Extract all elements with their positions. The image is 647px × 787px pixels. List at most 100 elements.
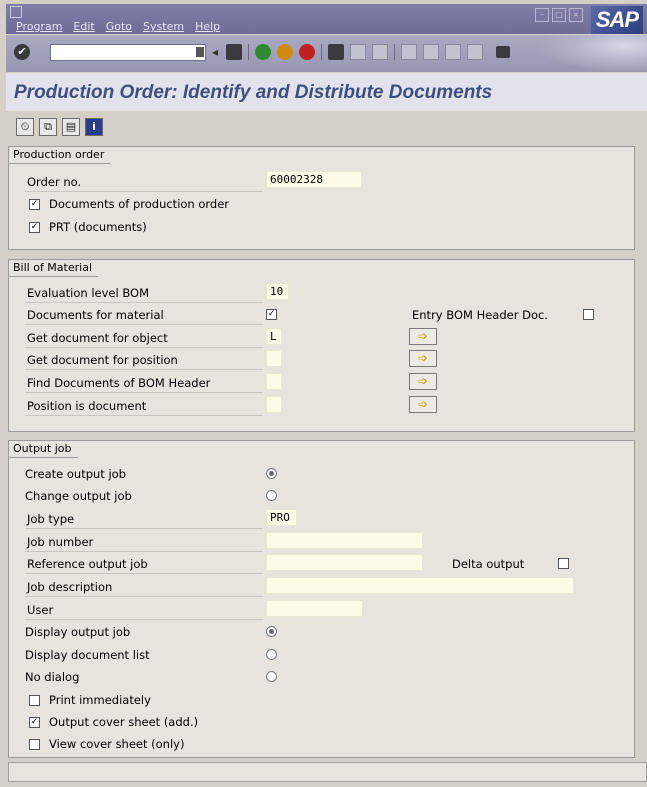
menu-bar: Program Edit Goto System Help – □ × SAP (6, 4, 647, 34)
eval-level-label: Evaluation level BOM (27, 286, 149, 300)
label-underline (25, 302, 263, 303)
display-document-list-radio[interactable] (266, 649, 277, 660)
label-underline (25, 528, 263, 529)
sap-logo: SAP (591, 6, 643, 34)
order-no-label: Order no. (27, 175, 82, 189)
label-underline (25, 619, 263, 620)
view-cover-sheet-checkbox[interactable] (29, 739, 40, 750)
toolbar-separator (248, 44, 249, 60)
output-cover-sheet-checkbox[interactable]: ✓ (29, 717, 40, 728)
maximize-icon[interactable]: □ (552, 8, 566, 22)
no-dialog-radio[interactable] (266, 671, 277, 682)
create-session-icon[interactable] (496, 46, 510, 58)
label-underline (25, 191, 263, 192)
copy-icon[interactable]: ⧉ (39, 118, 57, 136)
application-toolbar: ⏲ ⧉ ▤ i (6, 112, 647, 142)
user-field[interactable] (266, 600, 363, 617)
get-doc-object-field[interactable] (266, 328, 282, 345)
label-underline (25, 596, 263, 597)
command-field[interactable] (50, 44, 206, 61)
eval-level-field[interactable] (266, 283, 289, 300)
print-icon[interactable] (328, 44, 344, 60)
collapse-arrow-icon[interactable]: ◂ (212, 44, 220, 60)
exit-icon[interactable] (277, 44, 293, 60)
execute-icon[interactable]: ⏲ (16, 118, 34, 136)
prev-page-icon (423, 44, 439, 60)
minimize-icon[interactable]: – (535, 8, 549, 22)
label-underline (25, 415, 263, 416)
back-icon[interactable] (255, 44, 271, 60)
no-dialog-label: No dialog (25, 670, 80, 684)
user-label: User (27, 603, 54, 617)
docs-production-order-checkbox[interactable]: ✓ (29, 199, 40, 210)
change-output-job-radio[interactable] (266, 490, 277, 501)
close-icon[interactable]: × (569, 8, 583, 22)
job-description-label: Job description (27, 580, 113, 594)
command-history-icon[interactable] (196, 47, 204, 57)
get-doc-position-label: Get document for position (27, 353, 178, 367)
toolbar-decoration (537, 35, 647, 72)
group-title: Production order (8, 146, 120, 164)
label-underline (25, 324, 263, 325)
group-title: Output job (8, 440, 87, 458)
job-description-field[interactable] (266, 577, 574, 594)
next-page-icon (445, 44, 461, 60)
prt-documents-label: PRT (documents) (49, 220, 147, 234)
reference-output-job-label: Reference output job (27, 557, 148, 571)
get-doc-position-arrow-icon[interactable]: ➩ (409, 350, 437, 367)
menu-help[interactable]: Help (195, 20, 220, 33)
toolbar-separator (321, 44, 322, 60)
title-bar: Production Order: Identify and Distribut… (6, 73, 647, 111)
label-underline (25, 347, 263, 348)
get-doc-position-field[interactable] (266, 350, 282, 367)
job-type-field[interactable] (266, 509, 297, 526)
save-icon[interactable] (226, 44, 242, 60)
page-title: Production Order: Identify and Distribut… (14, 82, 493, 103)
print-immediately-label: Print immediately (49, 693, 151, 707)
get-doc-object-label: Get document for object (27, 331, 168, 345)
get-doc-object-arrow-icon[interactable]: ➩ (409, 328, 437, 345)
group-title: Bill of Material (8, 259, 108, 277)
menu-system[interactable]: System (143, 20, 184, 33)
enter-icon[interactable]: ✔ (14, 44, 30, 60)
position-is-doc-label: Position is document (27, 399, 147, 413)
create-output-job-radio[interactable] (266, 468, 277, 479)
position-is-doc-field[interactable] (266, 396, 282, 413)
find-next-icon (372, 44, 388, 60)
delta-output-checkbox[interactable] (558, 558, 569, 569)
entry-bom-header-label: Entry BOM Header Doc. (412, 308, 548, 322)
change-output-job-label: Change output job (25, 489, 132, 503)
cancel-icon[interactable] (299, 44, 315, 60)
toolbar-separator (394, 44, 395, 60)
toolbar-separator (489, 44, 490, 60)
entry-bom-header-checkbox[interactable] (583, 309, 594, 320)
docs-production-order-label: Documents of production order (49, 197, 230, 211)
last-page-icon (467, 44, 483, 60)
save-variant-icon[interactable]: ▤ (62, 118, 80, 136)
job-number-field[interactable] (266, 532, 423, 549)
reference-output-job-field[interactable] (266, 554, 423, 571)
job-number-label: Job number (27, 535, 94, 549)
output-job-group: Output job Create output job Change outp… (8, 440, 635, 758)
order-no-field[interactable] (266, 171, 362, 188)
menu-program[interactable]: Program (16, 20, 62, 33)
info-icon[interactable]: i (85, 118, 103, 136)
window-menu-icon[interactable] (10, 6, 22, 18)
label-underline (25, 369, 263, 370)
find-docs-header-field[interactable] (266, 373, 282, 390)
prt-documents-checkbox[interactable]: ✓ (29, 222, 40, 233)
bill-of-material-group: Bill of Material Evaluation level BOM Do… (8, 259, 635, 432)
menu-goto[interactable]: Goto (106, 20, 132, 33)
docs-material-checkbox[interactable]: ✓ (266, 309, 277, 320)
standard-toolbar: ✔ ◂ (6, 35, 647, 72)
position-is-doc-arrow-icon[interactable]: ➩ (409, 396, 437, 413)
docs-material-label: Documents for material (27, 308, 164, 322)
find-docs-header-arrow-icon[interactable]: ➩ (409, 373, 437, 390)
display-output-job-radio[interactable] (266, 626, 277, 637)
menu-list: Program Edit Goto System Help (16, 20, 220, 33)
menu-edit[interactable]: Edit (73, 20, 94, 33)
view-cover-sheet-label: View cover sheet (only) (49, 737, 185, 751)
print-immediately-checkbox[interactable] (29, 695, 40, 706)
standard-toolbar-icons: ◂ (212, 44, 510, 60)
label-underline (25, 573, 263, 574)
